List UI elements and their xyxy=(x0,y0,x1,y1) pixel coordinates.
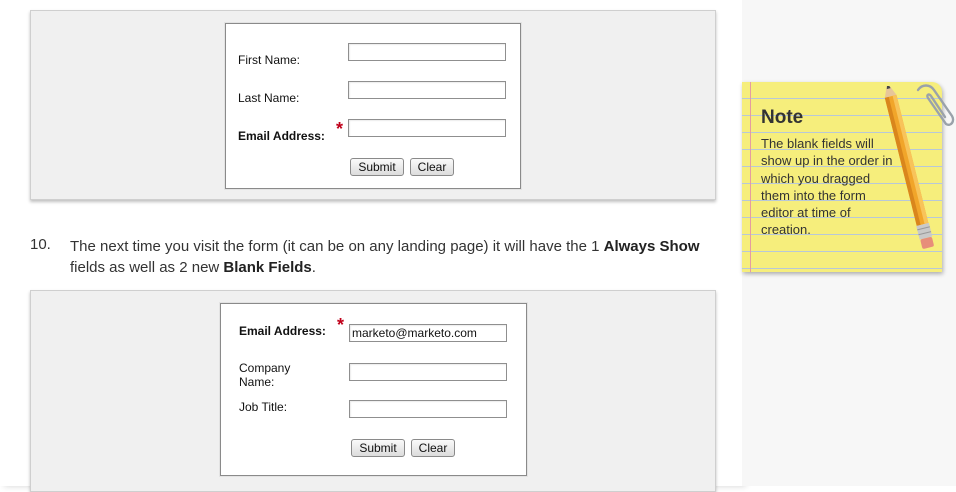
form-screenshot-2: Email Address: * marketo@marketo.com Com… xyxy=(30,290,716,492)
company-name-label-line1: Company xyxy=(239,361,291,375)
first-name-field[interactable] xyxy=(348,43,506,61)
first-name-label: First Name: xyxy=(238,53,301,67)
always-show-emphasis: Always Show xyxy=(603,238,700,255)
submit-button[interactable]: Submit xyxy=(350,158,404,176)
paperclip-icon xyxy=(916,84,955,126)
company-name-field[interactable] xyxy=(349,363,507,381)
email-label: Email Address: xyxy=(238,129,325,143)
clear-button[interactable]: Clear xyxy=(411,439,455,457)
email-label: Email Address: xyxy=(239,324,326,338)
last-name-label: Last Name: xyxy=(238,91,300,105)
lead-form-2: Email Address: * marketo@marketo.com Com… xyxy=(220,303,527,476)
note-title: Note xyxy=(761,107,804,128)
clear-button[interactable]: Clear xyxy=(410,158,454,176)
company-name-label-line2: Name: xyxy=(239,375,275,389)
required-marker: * xyxy=(336,119,344,139)
lead-form-1: First Name: Last Name: Email Address: * … xyxy=(225,23,521,189)
step-number: 10. xyxy=(30,236,51,253)
step-text-2: fields as well as 2 new xyxy=(70,259,224,276)
blank-fields-emphasis: Blank Fields xyxy=(223,259,312,276)
job-title-field[interactable] xyxy=(349,400,507,418)
job-title-label: Job Title: xyxy=(239,400,288,414)
email-field[interactable]: marketo@marketo.com xyxy=(349,324,507,342)
step-description: The next time you visit the form (it can… xyxy=(70,236,710,278)
step-text-3: . xyxy=(311,259,316,276)
form-screenshot-1: First Name: Last Name: Email Address: * … xyxy=(30,10,716,200)
note-margin-line xyxy=(750,82,751,272)
email-field[interactable] xyxy=(348,119,506,137)
step-text-1: The next time you visit the form (it can… xyxy=(70,238,604,255)
last-name-field[interactable] xyxy=(348,81,506,99)
required-marker: * xyxy=(337,315,345,335)
submit-button[interactable]: Submit xyxy=(351,439,405,457)
